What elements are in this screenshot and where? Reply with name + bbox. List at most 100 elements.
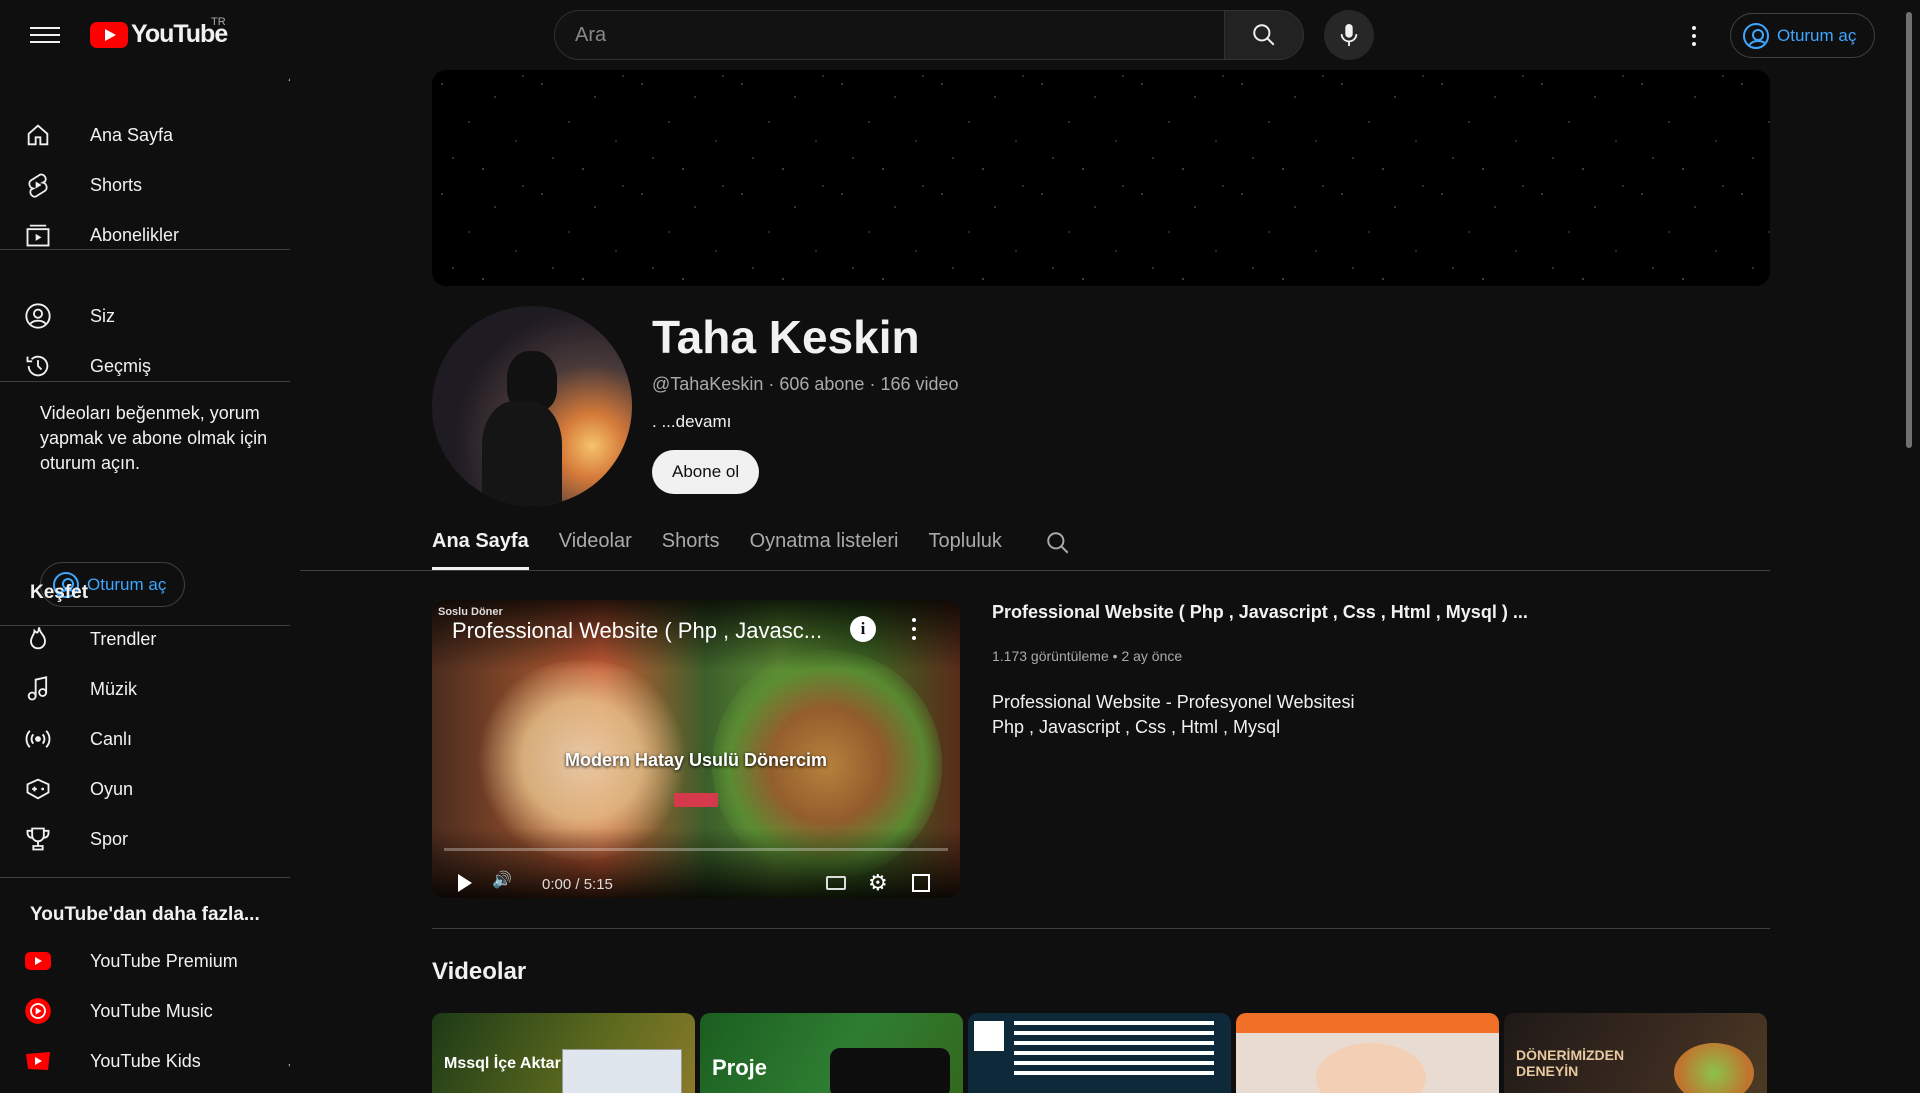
- thumbnail-text: Proje: [712, 1055, 768, 1080]
- thumbnail-text: DÖNERİMİZDEN DENEYİN: [1516, 1047, 1625, 1079]
- shorts-icon: [24, 171, 52, 199]
- subscriptions-icon: [24, 221, 52, 249]
- video-count: 166 video: [880, 374, 959, 394]
- sidebar-item-gaming[interactable]: Oyun: [24, 764, 284, 814]
- signin-label: Oturum aç: [87, 574, 167, 594]
- channel-search-button[interactable]: [1045, 530, 1071, 561]
- youtube-logo[interactable]: YouTube: [90, 20, 228, 49]
- explore-heading: Keşfet: [30, 582, 89, 603]
- music-icon: [24, 675, 52, 703]
- player-time: 0:00 / 5:15: [542, 876, 613, 893]
- upload-age: 2 ay önce: [1121, 648, 1183, 664]
- trending-icon: [24, 625, 52, 653]
- sidebar-item-label: Müzik: [90, 678, 138, 699]
- play-icon[interactable]: [458, 874, 472, 892]
- sidebar-divider: [0, 249, 290, 250]
- sidebar-item-live[interactable]: Canlı: [24, 714, 284, 764]
- masthead: YouTube TR Oturum aç: [0, 0, 1920, 70]
- sidebar-item-label: Oyun: [90, 778, 134, 799]
- search-icon: [1047, 532, 1069, 554]
- channel-banner: [432, 70, 1770, 286]
- voice-search-button[interactable]: [1324, 10, 1374, 60]
- video-thumbnail[interactable]: Proje: [700, 1013, 963, 1093]
- sidebar-item-home[interactable]: Ana Sayfa: [24, 110, 284, 160]
- country-code: TR: [211, 16, 226, 28]
- videos-section-title: Videolar: [432, 958, 527, 985]
- sidebar-item-youtube-premium[interactable]: YouTube Premium: [24, 936, 284, 986]
- tab-shorts[interactable]: Shorts: [662, 526, 720, 570]
- channel-tabs: Ana Sayfa Videolar Shorts Oynatma listel…: [432, 526, 1032, 572]
- sidebar-item-label: Canlı: [90, 728, 133, 749]
- settings-menu-icon[interactable]: [1684, 22, 1704, 50]
- thumbnail-screenshot: [562, 1049, 682, 1093]
- featured-video-description: Professional Website - Profesyonel Websi…: [992, 690, 1355, 740]
- sidebar-item-label: Siz: [90, 305, 116, 326]
- channel-avatar[interactable]: [432, 306, 632, 506]
- sidebar-divider: [0, 877, 290, 878]
- sidebar-item-you[interactable]: Siz: [24, 291, 284, 341]
- youtube-music-icon: [24, 997, 52, 1025]
- account-icon: [1743, 22, 1769, 49]
- thumbnail-baby: [1316, 1043, 1426, 1093]
- chevron-up-icon[interactable]: ▲: [286, 70, 290, 84]
- menu-icon[interactable]: [30, 22, 60, 48]
- video-thumbnail[interactable]: Mssql İçe Aktar: [432, 1013, 695, 1093]
- progress-bar[interactable]: [444, 848, 948, 851]
- sidebar-item-label: Ana Sayfa: [90, 124, 174, 145]
- section-divider: [432, 928, 1770, 929]
- page-scrollbar[interactable]: [1906, 12, 1912, 448]
- sidebar-item-trending[interactable]: Trendler: [24, 614, 284, 664]
- signin-button[interactable]: Oturum aç: [1730, 13, 1876, 58]
- search-input[interactable]: [554, 10, 1224, 60]
- tab-home[interactable]: Ana Sayfa: [432, 526, 529, 570]
- featured-video-player[interactable]: Soslu Döner Professional Website ( Php ,…: [432, 600, 960, 898]
- thumbnail-food: [1674, 1043, 1754, 1093]
- subtitles-icon[interactable]: [826, 876, 846, 890]
- sidebar-item-label: Shorts: [90, 174, 143, 195]
- youtube-premium-icon: [24, 947, 52, 975]
- thumbnail-text: Mssql İçe Aktar: [444, 1055, 561, 1072]
- microphone-icon: [1340, 24, 1358, 46]
- player-more-icon[interactable]: [912, 618, 918, 640]
- video-site-name: Soslu Döner: [438, 606, 503, 618]
- sidebar-item-youtube-music[interactable]: YouTube Music: [24, 986, 284, 1036]
- account-icon: [24, 302, 52, 330]
- sidebar-item-history[interactable]: Geçmiş: [24, 341, 284, 391]
- sidebar-item-label: Spor: [90, 828, 129, 849]
- video-thumbnail[interactable]: [968, 1013, 1231, 1093]
- sidebar-item-label: YouTube Music: [90, 1000, 213, 1021]
- tab-playlists[interactable]: Oynatma listeleri: [750, 526, 899, 570]
- tabs-divider: [300, 570, 1770, 571]
- search-button[interactable]: [1224, 10, 1304, 60]
- subscriber-count: 606 abone: [779, 374, 865, 394]
- info-icon[interactable]: i: [850, 616, 876, 642]
- tab-community[interactable]: Topluluk: [929, 526, 1002, 570]
- sidebar: ▲ Ana Sayfa Shorts Abonelikler Siz Geçmi…: [0, 70, 290, 1080]
- fullscreen-icon[interactable]: [912, 874, 930, 892]
- channel-description-more[interactable]: . ...devamı: [652, 412, 731, 432]
- volume-icon[interactable]: 🔊: [492, 870, 512, 890]
- sidebar-item-music[interactable]: Müzik: [24, 664, 284, 714]
- sidebar-divider: [0, 381, 290, 382]
- subscribe-button[interactable]: Abone ol: [652, 450, 760, 494]
- sidebar-item-sports[interactable]: Spor: [24, 814, 284, 864]
- sidebar-item-shorts[interactable]: Shorts: [24, 160, 284, 210]
- video-thumbnail[interactable]: DÖNERİMİZDEN DENEYİN: [1504, 1013, 1767, 1093]
- sidebar-item-subscriptions[interactable]: Abonelikler: [24, 210, 284, 260]
- sidebar-item-label: Trendler: [90, 628, 157, 649]
- signin-label: Oturum aç: [1777, 25, 1857, 45]
- thumbnail-logo: [974, 1021, 1004, 1051]
- video-frame-headline: Modern Hatay Usulü Dönercim: [564, 750, 828, 770]
- channel-handle: @TahaKeskin: [652, 374, 764, 394]
- sidebar-item-youtube-kids[interactable]: YouTube Kids: [24, 1036, 284, 1080]
- channel-meta: @TahaKeskin · 606 abone · 166 video: [652, 374, 959, 394]
- player-title[interactable]: Professional Website ( Php , Javasc...: [452, 618, 822, 644]
- signin-prompt: Videoları beğenmek, yorum yapmak ve abon…: [40, 403, 268, 473]
- gear-icon[interactable]: ⚙: [868, 870, 888, 896]
- view-count: 1.173 görüntüleme: [992, 648, 1109, 664]
- tab-videos[interactable]: Videolar: [559, 526, 632, 570]
- featured-video-title[interactable]: Professional Website ( Php , Javascript …: [992, 602, 1528, 623]
- video-thumbnail[interactable]: [1236, 1013, 1499, 1093]
- chevron-down-icon[interactable]: ▼: [286, 1060, 290, 1074]
- sidebar-item-label: YouTube Premium: [90, 950, 238, 971]
